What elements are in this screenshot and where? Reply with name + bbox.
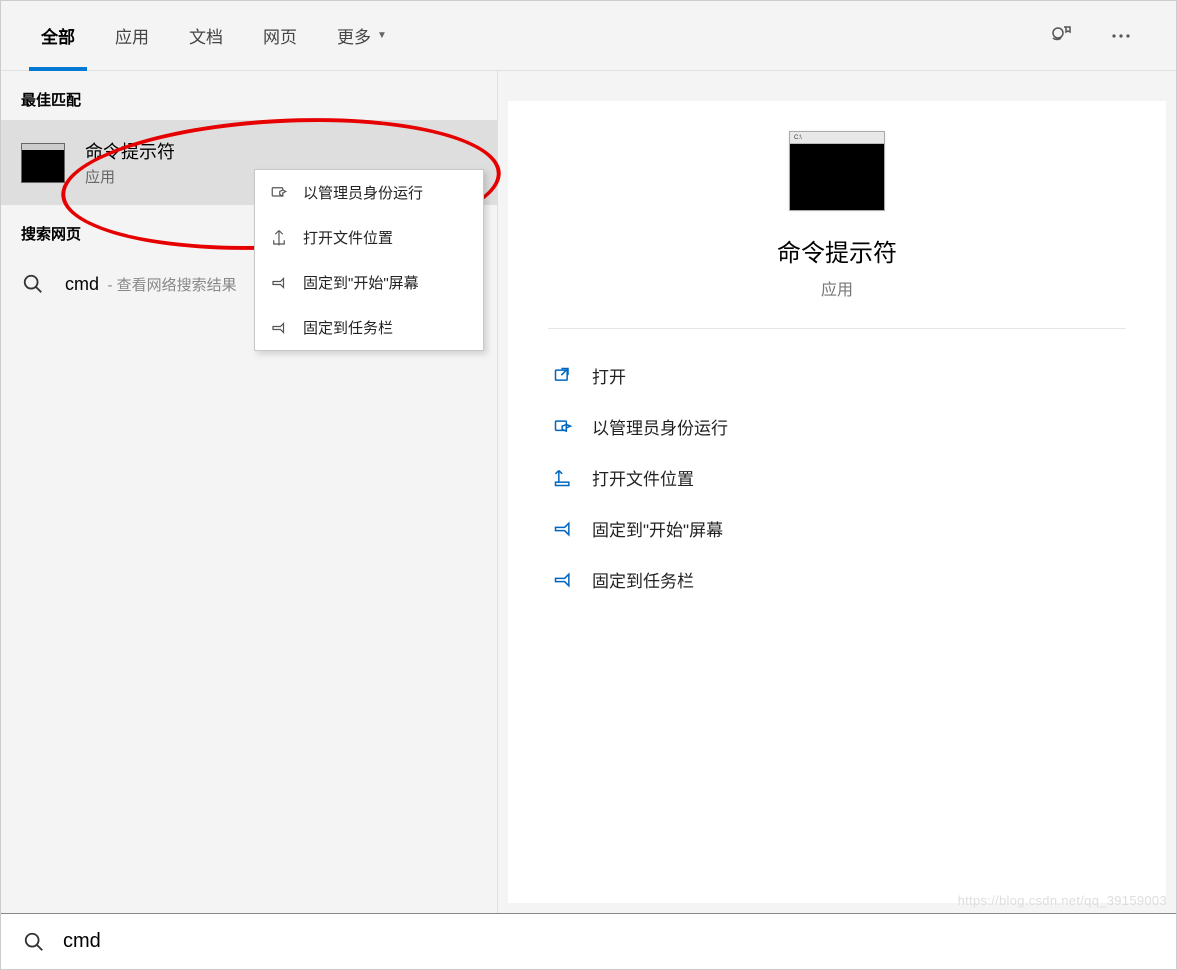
preview-header: C:\ 命令提示符 应用 [548,131,1126,329]
ctx-pin-taskbar[interactable]: 固定到任务栏 [255,305,483,350]
result-title: 命令提示符 [85,138,175,164]
tab-label: 文档 [189,23,223,48]
pin-icon [269,273,289,293]
watermark: https://blog.csdn.net/qq_39159003 [958,893,1167,908]
results-pane: 最佳匹配 命令提示符 应用 搜索网页 cmd - 查看网络搜索结果 [1,71,498,913]
ctx-label: 固定到"开始"屏幕 [303,272,419,293]
tab-label: 全部 [41,23,75,48]
web-desc: - 查看网络搜索结果 [107,277,236,294]
action-label: 打开文件位置 [592,465,694,490]
tab-apps[interactable]: 应用 [95,1,169,71]
ctx-label: 以管理员身份运行 [303,182,423,203]
ctx-label: 打开文件位置 [303,227,393,248]
tab-web[interactable]: 网页 [243,1,317,71]
folder-icon [269,228,289,248]
folder-icon [552,467,574,489]
action-open-location[interactable]: 打开文件位置 [548,455,1126,500]
shield-icon [552,416,574,438]
cmd-icon [21,141,65,185]
pin-icon [552,518,574,540]
section-best-match: 最佳匹配 [1,71,497,120]
shield-icon [269,183,289,203]
action-label: 以管理员身份运行 [592,414,728,439]
action-run-admin[interactable]: 以管理员身份运行 [548,404,1126,449]
open-icon [552,365,574,387]
preview-subtitle: 应用 [821,276,853,300]
ctx-pin-start[interactable]: 固定到"开始"屏幕 [255,260,483,305]
preview-card: C:\ 命令提示符 应用 打开 [508,101,1166,903]
ctx-run-admin[interactable]: 以管理员身份运行 [255,170,483,215]
action-list: 打开 以管理员身份运行 打开文件位置 [548,329,1126,602]
ctx-open-location[interactable]: 打开文件位置 [255,215,483,260]
web-query: cmd [65,274,99,294]
pin-icon [552,569,574,591]
ctx-label: 固定到任务栏 [303,317,393,338]
tab-more[interactable]: 更多 ▼ [317,1,407,71]
result-subtitle: 应用 [85,166,175,187]
result-text: 命令提示符 应用 [85,138,175,187]
tab-all[interactable]: 全部 [21,1,95,71]
preview-thumbnail: C:\ [789,131,885,211]
pin-icon [269,318,289,338]
action-open[interactable]: 打开 [548,353,1126,398]
tabbar-right [1046,21,1156,51]
tab-bar: 全部 应用 文档 网页 更多 ▼ [1,1,1176,71]
tab-label: 更多 [337,23,371,48]
chevron-down-icon: ▼ [377,30,387,41]
main-area: 最佳匹配 命令提示符 应用 搜索网页 cmd - 查看网络搜索结果 [1,71,1176,913]
more-options-icon[interactable] [1106,21,1136,51]
action-label: 打开 [592,363,626,388]
tab-label: 应用 [115,23,149,48]
thumb-body [790,144,884,210]
tab-docs[interactable]: 文档 [169,1,243,71]
action-pin-taskbar[interactable]: 固定到任务栏 [548,557,1126,602]
search-window: 全部 应用 文档 网页 更多 ▼ 最佳匹配 命令提 [0,0,1177,970]
tab-label: 网页 [263,23,297,48]
action-label: 固定到"开始"屏幕 [592,516,723,541]
context-menu: 以管理员身份运行 打开文件位置 固定到"开始"屏幕 [254,169,484,351]
preview-pane: C:\ 命令提示符 应用 打开 [498,71,1176,913]
action-pin-start[interactable]: 固定到"开始"屏幕 [548,506,1126,551]
search-bar [1,913,1176,969]
action-label: 固定到任务栏 [592,567,694,592]
preview-title: 命令提示符 [777,233,897,268]
search-input[interactable] [63,930,1154,953]
search-icon [21,272,45,296]
thumb-titlebar: C:\ [790,132,884,144]
search-icon [23,931,45,953]
feedback-icon[interactable] [1046,21,1076,51]
web-result-text: cmd - 查看网络搜索结果 [65,274,237,295]
